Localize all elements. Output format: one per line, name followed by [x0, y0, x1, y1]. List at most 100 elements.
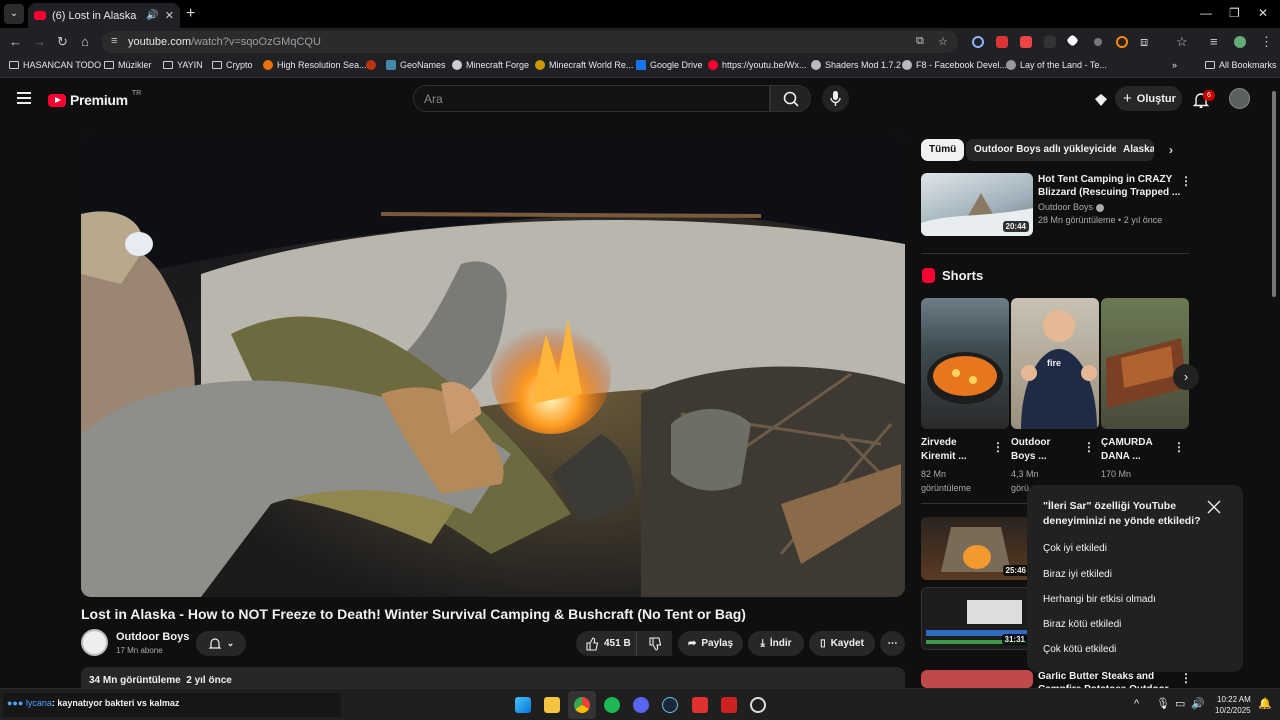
short-title[interactable]: Outdoor Boys ... [1011, 436, 1050, 464]
rec-title[interactable]: Hot Tent Camping in CRAZY Blizzard (Rescu… [1038, 173, 1180, 199]
bookmark-item[interactable]: Crypto [212, 60, 253, 70]
app-icon[interactable] [750, 697, 766, 713]
extension-icon[interactable] [996, 36, 1008, 48]
extension-icon[interactable] [972, 36, 984, 48]
rec-more-icon[interactable]: ⋮ [1180, 671, 1192, 685]
network-icon[interactable]: ▭ [1175, 697, 1185, 710]
short-thumbnail[interactable] [921, 298, 1009, 429]
short-more-icon[interactable]: ⋮ [992, 440, 1004, 454]
microphone-icon[interactable]: 🎙 [1156, 697, 1170, 710]
menu-icon[interactable]: ⋮ [1260, 34, 1273, 50]
scrollbar-thumb[interactable] [1272, 91, 1276, 297]
bookmark-item[interactable]: Google Drive [636, 60, 703, 70]
chrome-icon[interactable] [574, 697, 590, 713]
chip-from-uploader[interactable]: Outdoor Boys adlı yükleyiciden [966, 139, 1132, 161]
bookmark-item[interactable]: Minecraft Forge [452, 60, 529, 70]
survey-option-very-good[interactable]: Çok iyi etkiledi [1043, 543, 1107, 554]
create-button[interactable]: + Oluştur [1115, 86, 1182, 111]
account-avatar[interactable] [1229, 88, 1250, 109]
short-more-icon[interactable]: ⋮ [1083, 440, 1095, 454]
bookmark-item[interactable]: Müzikler [104, 60, 152, 70]
bookmark-item[interactable]: High Resolution Sea... [263, 60, 367, 70]
dislike-button[interactable] [636, 631, 672, 656]
reading-list-icon[interactable]: ≡ [1210, 34, 1218, 49]
channel-name[interactable]: Outdoor Boys [116, 631, 189, 643]
short-title[interactable]: Zirvede Kiremit ... [921, 436, 967, 464]
download-button[interactable]: ⤓ İndir [748, 631, 804, 656]
search-button[interactable] [770, 85, 811, 112]
home-icon[interactable]: ⌂ [81, 34, 89, 49]
bookmark-item[interactable] [366, 60, 376, 70]
back-icon[interactable]: ← [9, 34, 22, 49]
spotify-icon[interactable] [604, 697, 620, 713]
app-icon[interactable] [721, 697, 737, 713]
bookmark-star-icon[interactable]: ☆ [938, 35, 948, 48]
app-icon[interactable] [692, 697, 708, 713]
bookmark-item[interactable]: HASANCAN TODO [9, 60, 101, 70]
bookmark-item[interactable]: YAYIN [163, 60, 203, 70]
close-window-icon[interactable]: ✕ [1258, 6, 1268, 20]
guide-menu-icon[interactable] [17, 92, 31, 104]
minimize-icon[interactable]: — [1200, 6, 1212, 20]
close-tab-icon[interactable]: ✕ [165, 9, 174, 22]
forward-icon[interactable]: → [33, 34, 46, 49]
shorts-next-button[interactable]: › [1173, 364, 1199, 390]
save-button[interactable]: ▯ Kaydet [809, 631, 875, 656]
extension-icon[interactable] [1066, 34, 1079, 47]
survey-option-somewhat-good[interactable]: Biraz iyi etkiledi [1043, 569, 1112, 580]
bookmark-item[interactable]: https://youtu.be/Wx... [708, 60, 807, 70]
active-tab[interactable]: (6) Lost in Alaska - How to NOT 🔊 ✕ [28, 3, 180, 28]
clock-date[interactable]: 10/2/2025 [1215, 706, 1251, 715]
extension-icon[interactable] [1020, 36, 1032, 48]
notification-center-icon[interactable]: 🔔 [1258, 697, 1272, 710]
more-bookmarks-icon[interactable]: » [1172, 60, 1177, 70]
survey-option-very-bad[interactable]: Çok kötü etkiledi [1043, 644, 1116, 655]
bookmarks-icon[interactable]: ☆ [1176, 34, 1188, 50]
tray-overflow-icon[interactable]: ^ [1134, 698, 1139, 710]
tab-search-button[interactable]: ⌄ [4, 4, 24, 24]
premium-gift-icon[interactable] [1092, 91, 1110, 109]
bookmark-item[interactable]: Minecraft World Re... [535, 60, 633, 70]
more-actions-button[interactable]: ⋯ [880, 631, 905, 656]
share-button[interactable]: ➦ Paylaş [678, 631, 743, 656]
discord-icon[interactable] [633, 697, 649, 713]
extension-icon[interactable] [1094, 38, 1102, 46]
short-title[interactable]: ÇAMURDA DANA ... [1101, 436, 1153, 464]
file-explorer-icon[interactable] [544, 697, 560, 713]
channel-avatar[interactable] [81, 629, 108, 656]
restore-icon[interactable]: ❐ [1229, 6, 1240, 20]
page-scrollbar[interactable] [1268, 79, 1280, 688]
short-thumbnail[interactable] [1101, 298, 1189, 429]
steam-icon[interactable] [662, 697, 678, 713]
close-icon[interactable] [1207, 500, 1221, 514]
bookmark-item[interactable]: Shaders Mod 1.7.2 [811, 60, 901, 70]
rec-thumbnail[interactable]: 25:46 [921, 517, 1033, 580]
chip-all[interactable]: Tümü [921, 139, 965, 161]
chat-widget[interactable]: ●●● lycana: kaynatıyor bakteri vs kalmaz [3, 693, 341, 717]
chip-next-chevron-icon[interactable]: › [1169, 143, 1173, 157]
voice-search-button[interactable] [822, 85, 849, 112]
volume-icon[interactable]: 🔊 [1191, 697, 1205, 710]
rec-more-icon[interactable]: ⋮ [1180, 174, 1192, 188]
bookmark-item[interactable]: Lay of the Land - Te... [1006, 60, 1107, 70]
extension-icon[interactable] [1116, 36, 1128, 48]
new-tab-button[interactable]: + [186, 5, 195, 23]
survey-option-no-effect[interactable]: Herhangi bir etkisi olmadı [1043, 594, 1156, 605]
clock-time[interactable]: 10:22 AM [1217, 695, 1251, 704]
youtube-premium-logo[interactable]: Premium TR [48, 90, 141, 108]
chip-alaska[interactable]: Alaska [1116, 139, 1154, 161]
profile-icon[interactable] [1234, 36, 1246, 48]
video-player[interactable] [81, 134, 905, 597]
search-input[interactable] [414, 86, 769, 111]
start-windows-icon[interactable] [515, 697, 531, 713]
survey-option-somewhat-bad[interactable]: Biraz kötü etkiledi [1043, 619, 1121, 630]
short-more-icon[interactable]: ⋮ [1173, 440, 1185, 454]
site-info-icon[interactable]: ≡ [111, 35, 117, 47]
bookmark-item[interactable]: GeoNames [386, 60, 446, 70]
extension-icon[interactable] [1044, 36, 1056, 48]
rec-channel[interactable]: Outdoor Boys [1038, 201, 1104, 214]
extensions-puzzle-icon[interactable]: ⧈ [1140, 34, 1148, 50]
all-bookmarks[interactable]: All Bookmarks [1205, 60, 1277, 70]
reload-icon[interactable]: ↻ [57, 34, 68, 50]
rec-thumbnail[interactable]: 20:44 [921, 173, 1033, 236]
